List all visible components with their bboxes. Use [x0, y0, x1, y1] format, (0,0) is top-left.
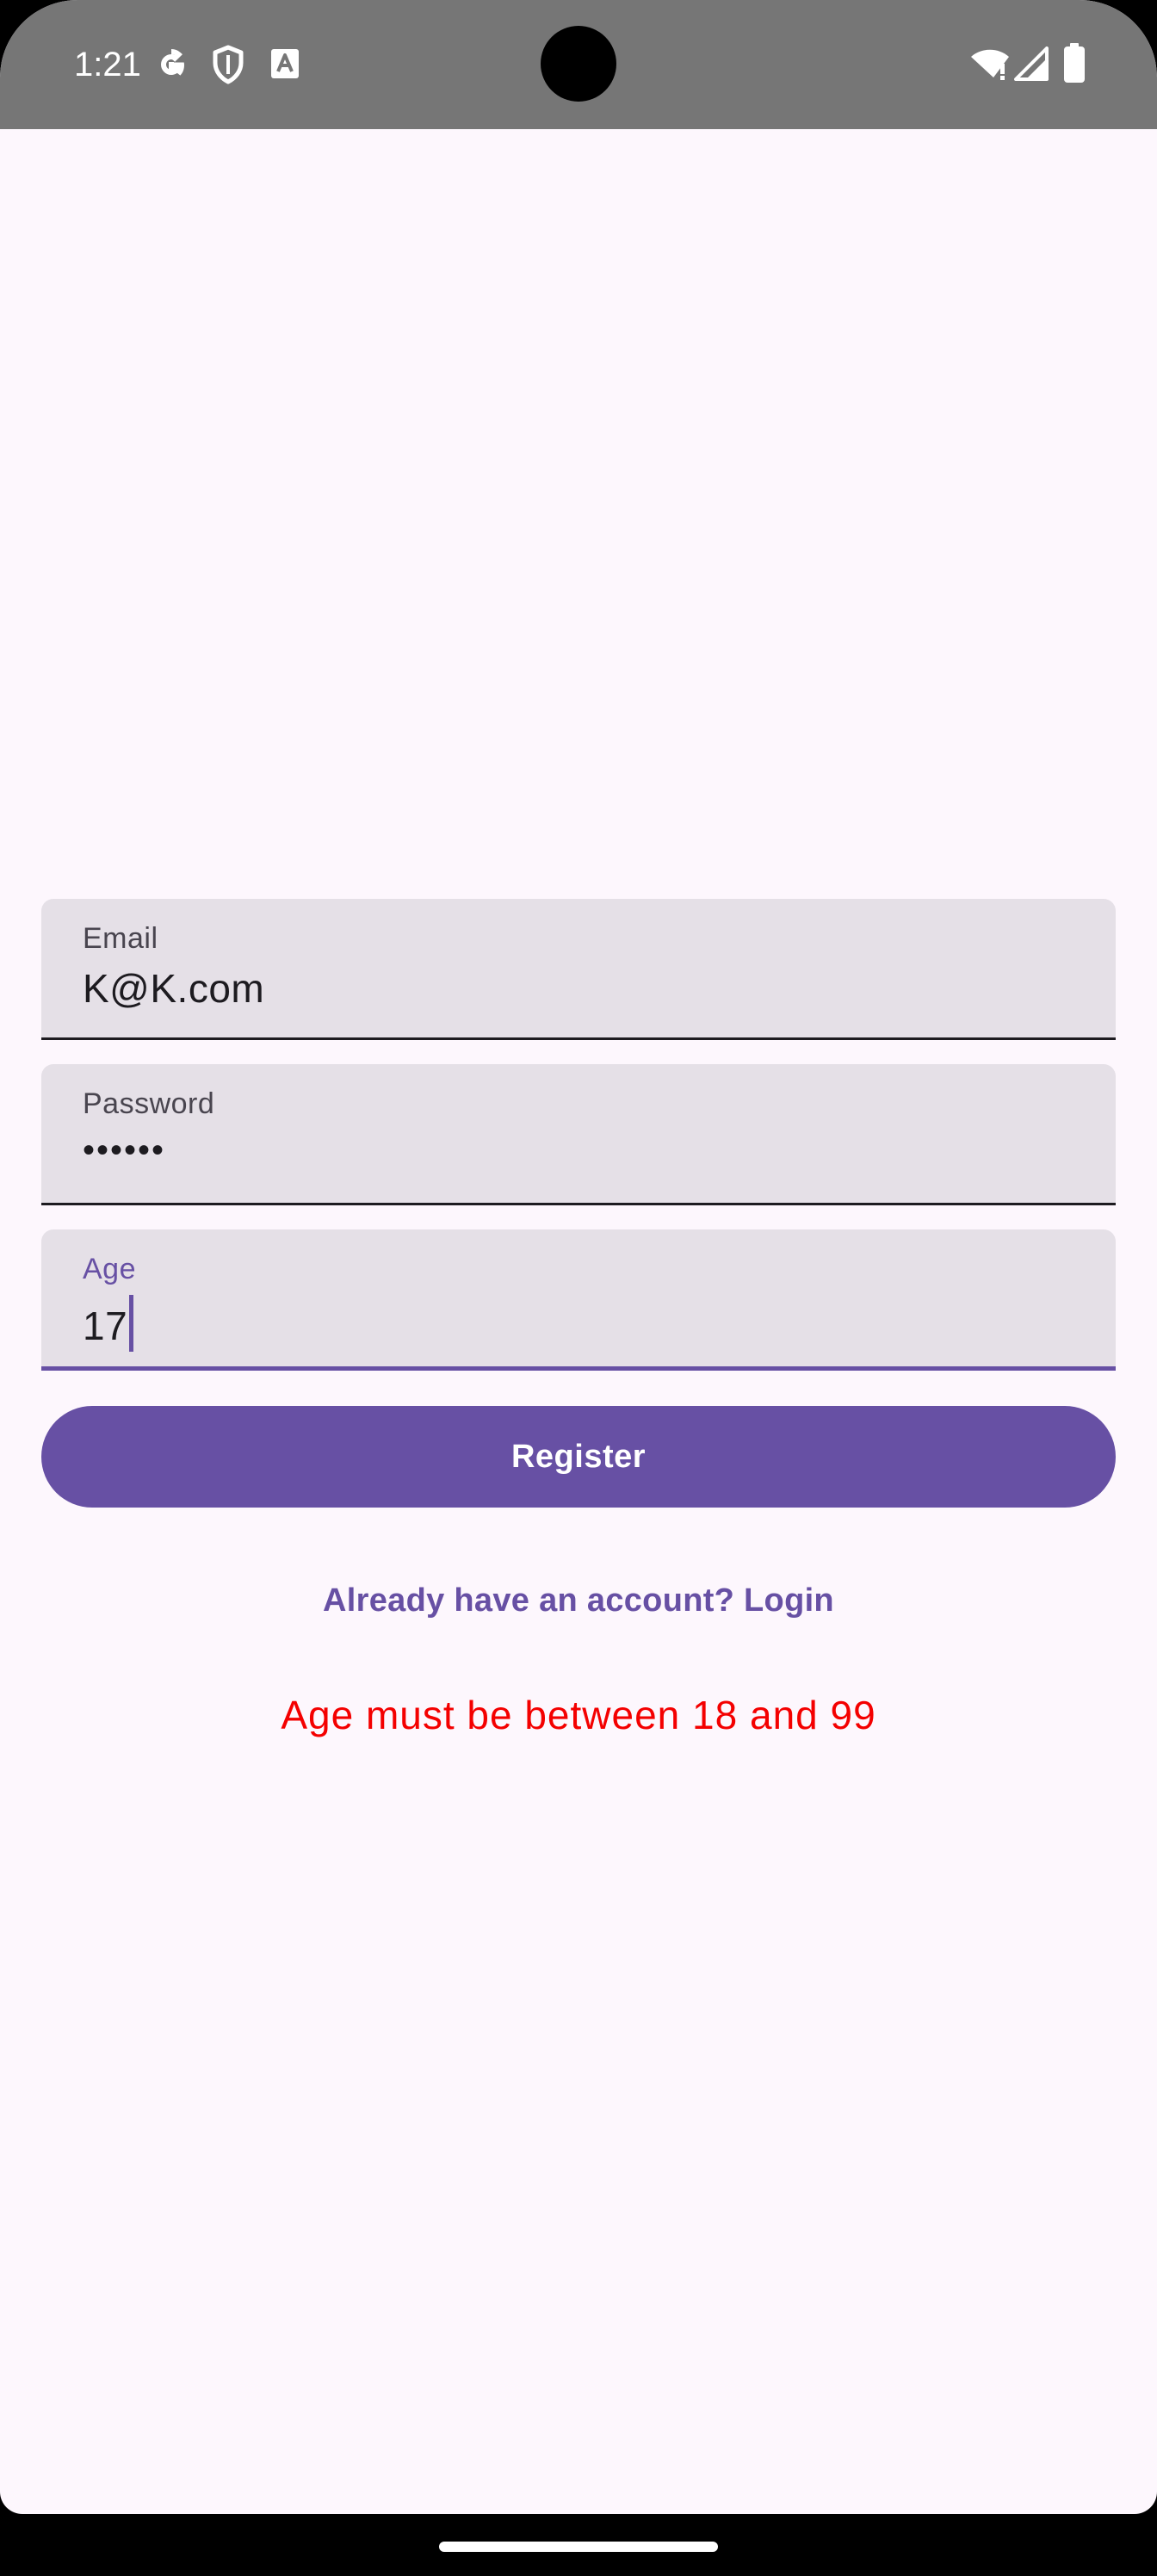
wifi-icon: [971, 49, 1009, 80]
shield-icon: [213, 45, 244, 84]
password-label: Password: [83, 1087, 215, 1120]
age-label: Age: [83, 1253, 136, 1285]
text-caret: [129, 1295, 134, 1352]
cell-signal-icon: [1014, 46, 1049, 81]
battery-icon: [1064, 43, 1085, 83]
camera-cutout: [541, 26, 616, 102]
register-button[interactable]: Register: [41, 1406, 1116, 1508]
age-field[interactable]: Age 17: [41, 1229, 1116, 1371]
translate-a-icon: [271, 49, 299, 78]
login-link[interactable]: Already have an account? Login: [0, 1579, 1157, 1622]
age-error-message: Age must be between 18 and 99: [281, 1693, 876, 1737]
age-input-value: 17: [83, 1303, 128, 1348]
google-g-icon: [160, 49, 184, 76]
email-label: Email: [83, 922, 158, 955]
email-field[interactable]: Email K@K.com: [41, 899, 1116, 1040]
email-input[interactable]: K@K.com: [83, 964, 264, 1012]
age-input[interactable]: 17: [83, 1295, 134, 1352]
password-field[interactable]: Password ••••••: [41, 1064, 1116, 1205]
password-input[interactable]: ••••••: [83, 1126, 165, 1174]
status-time: 1:21: [74, 46, 141, 84]
app-screen: 1:21 Email K@K.com Password •••••• Age 1…: [0, 0, 1157, 2514]
status-bar: 1:21: [0, 0, 1157, 129]
device-frame: 1:21 Email K@K.com Password •••••• Age 1…: [0, 0, 1157, 2576]
gesture-nav-handle[interactable]: [439, 2542, 718, 2552]
